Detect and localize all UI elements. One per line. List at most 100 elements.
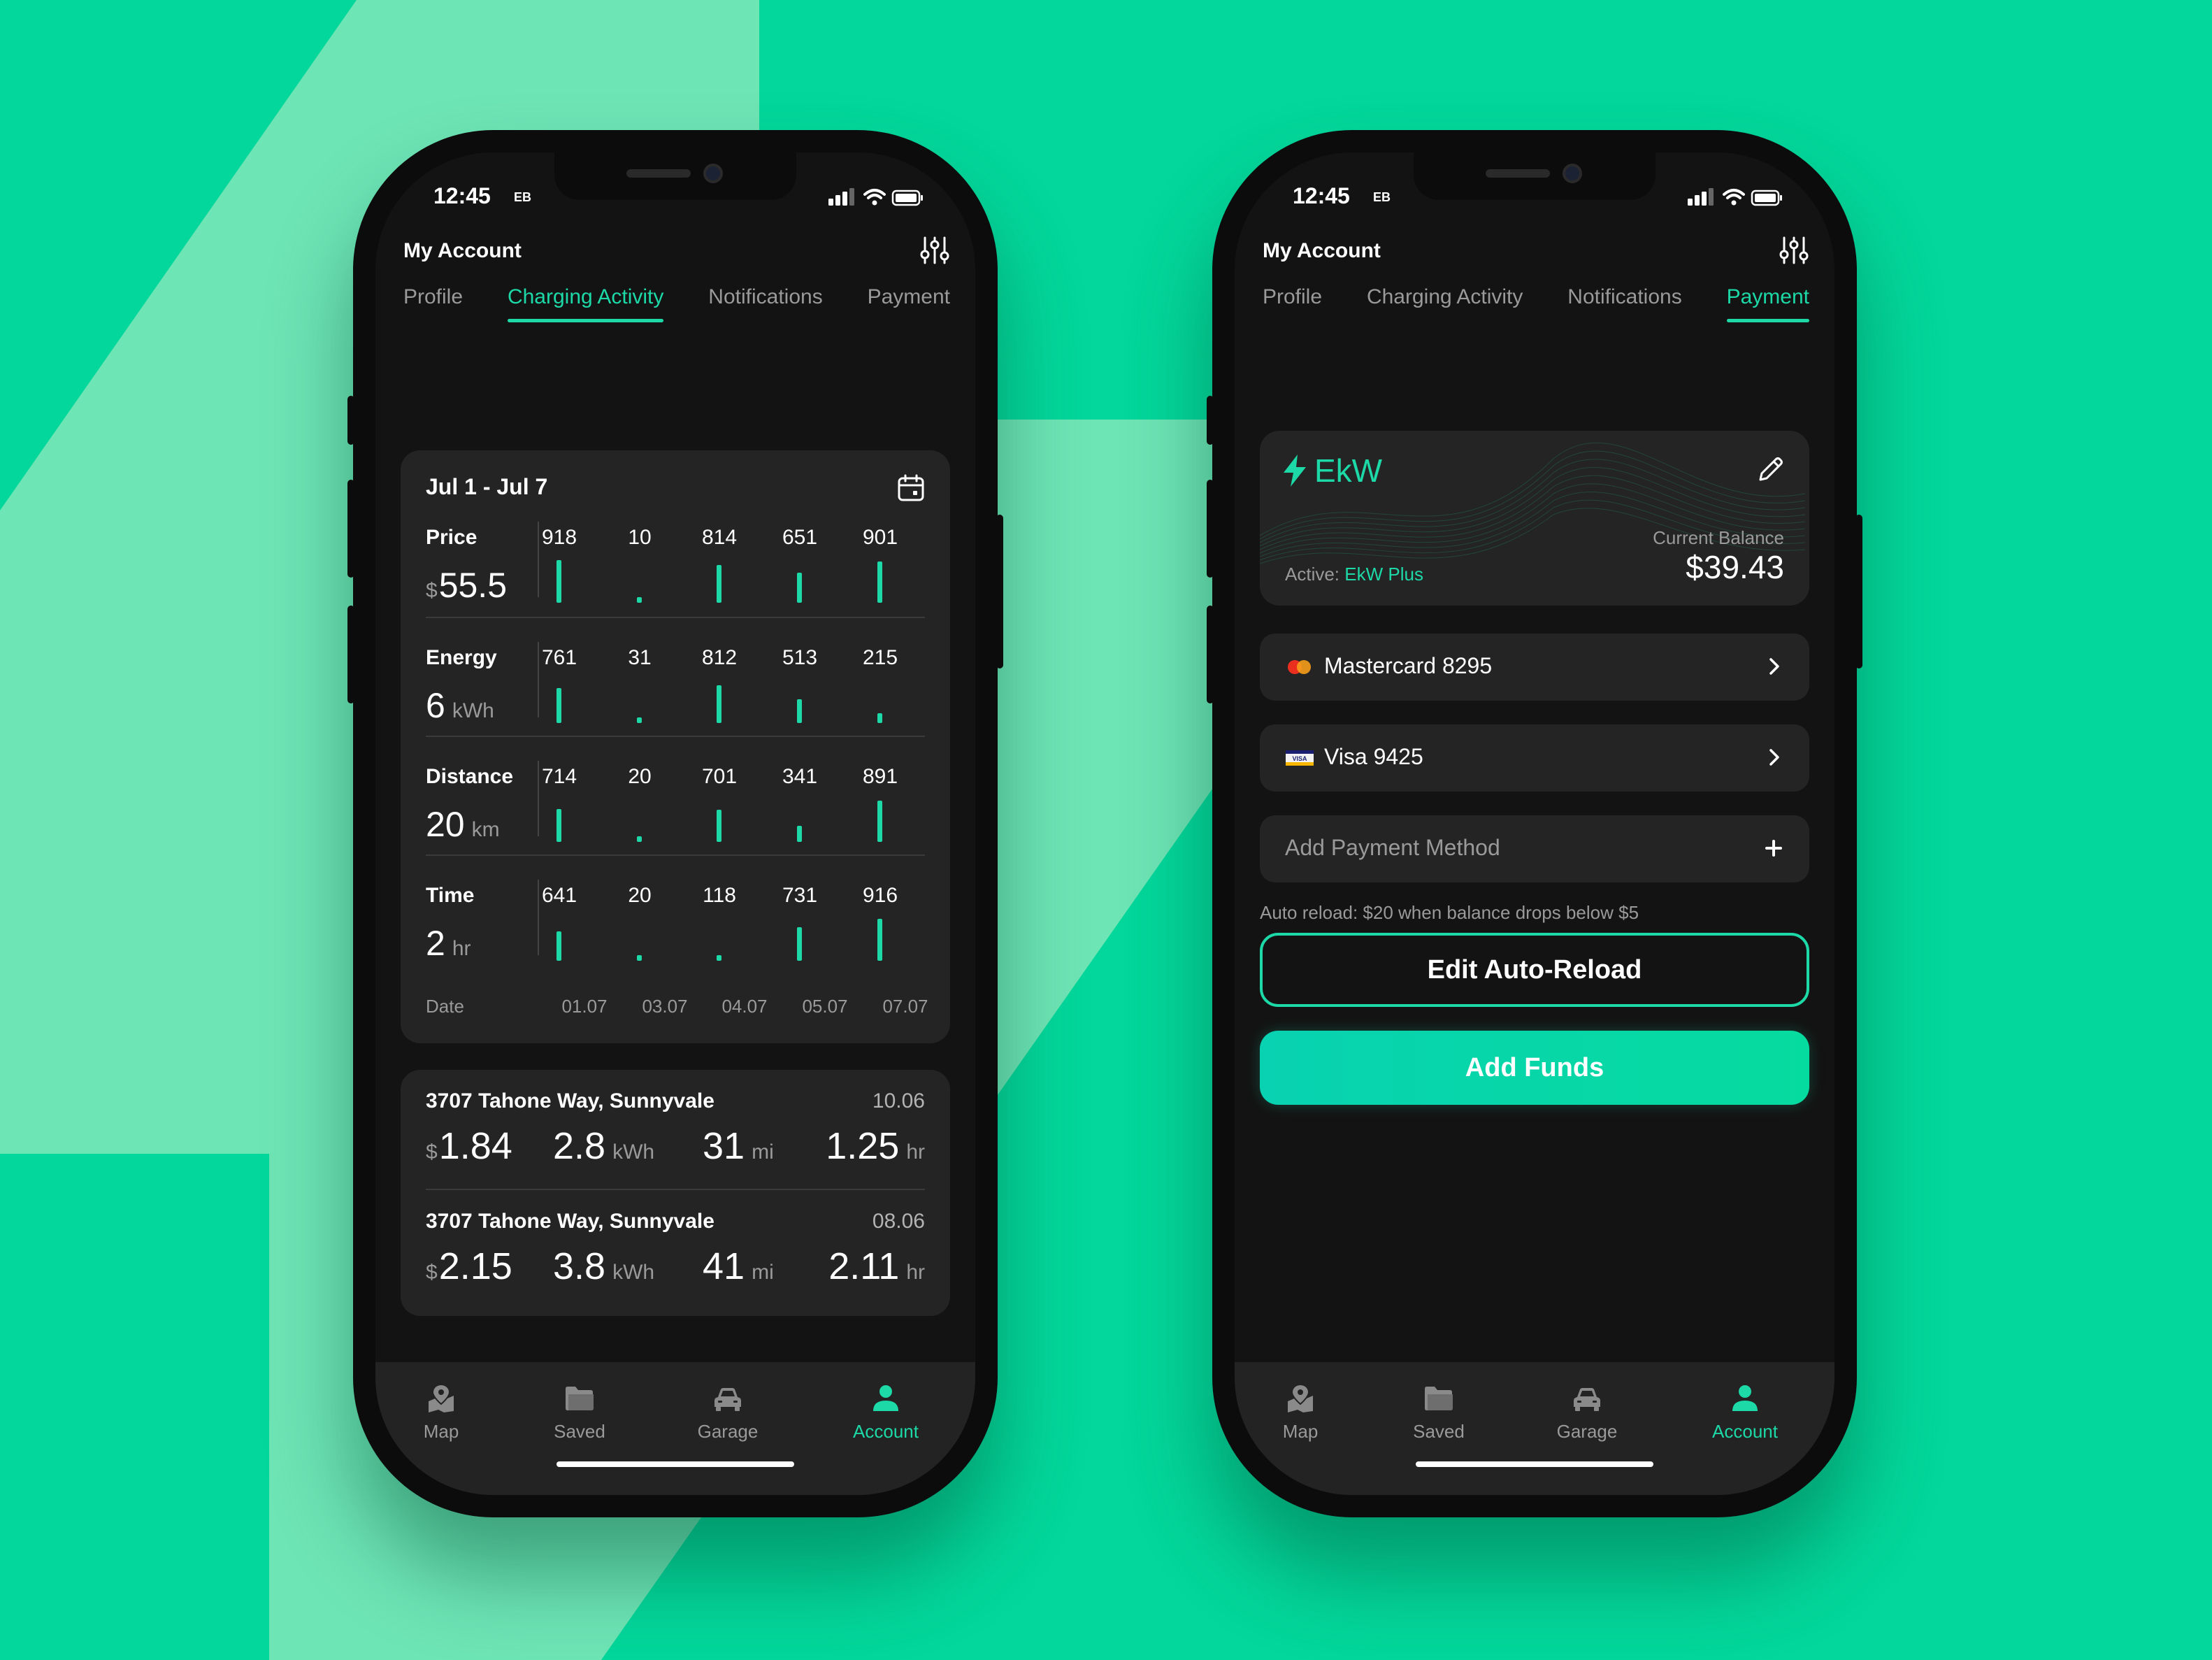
bar-value-label: 761 bbox=[541, 646, 577, 669]
bar bbox=[797, 699, 802, 723]
metric-bar-column: 814 bbox=[691, 526, 747, 603]
session-energy: 2.8 kWh bbox=[553, 1125, 655, 1167]
metric-bar-column: 761 bbox=[531, 646, 587, 723]
session-date: 08.06 bbox=[872, 1210, 925, 1233]
metric-name: Energy bbox=[426, 646, 497, 669]
date-tick: 07.07 bbox=[882, 996, 928, 1017]
metric-total: 6 kWh bbox=[426, 686, 494, 725]
tab-notifications[interactable]: Notifications bbox=[708, 285, 822, 320]
tab-payment[interactable]: Payment bbox=[1726, 285, 1810, 322]
nav-label: Saved bbox=[1413, 1421, 1465, 1442]
folder-icon bbox=[1425, 1387, 1453, 1410]
bar bbox=[637, 955, 642, 961]
metric-total: 2 hr bbox=[426, 924, 471, 963]
notch bbox=[1414, 152, 1656, 200]
session-time: 1.25 hr bbox=[826, 1125, 925, 1167]
nav-account[interactable]: Account bbox=[1696, 1383, 1794, 1443]
payment-method-visa[interactable]: VISA Visa 9425 bbox=[1260, 724, 1809, 792]
tab-profile[interactable]: Profile bbox=[1263, 285, 1322, 320]
metric-name: Price bbox=[426, 526, 477, 549]
bar bbox=[637, 717, 642, 723]
screen: 12:45 EB My Account Profile Charging Act… bbox=[375, 152, 975, 1495]
nav-garage[interactable]: Garage bbox=[1538, 1383, 1636, 1443]
bar bbox=[717, 565, 721, 603]
brand-name: EkW bbox=[1314, 452, 1383, 489]
bar-value-label: 918 bbox=[541, 526, 577, 549]
background-art bbox=[0, 0, 2212, 1660]
tab-charging-activity[interactable]: Charging Activity bbox=[507, 285, 664, 322]
bottom-nav: Map Saved Garage Account bbox=[1235, 1362, 1834, 1495]
payment-method-mastercard[interactable]: Mastercard 8295 bbox=[1260, 634, 1809, 701]
page-title: My Account bbox=[403, 239, 522, 262]
session-address: 3707 Tahone Way, Sunnyvale bbox=[426, 1089, 714, 1112]
sessions-card: 3707 Tahone Way, Sunnyvale 10.06 $1.84 2… bbox=[401, 1070, 950, 1316]
metric-bar-column: 20 bbox=[612, 884, 668, 961]
session-item[interactable]: 3707 Tahone Way, Sunnyvale 08.06 $2.15 3… bbox=[426, 1189, 925, 1308]
metric-bar-column: 701 bbox=[691, 765, 747, 842]
status-carrier: EB bbox=[514, 190, 532, 204]
nav-garage[interactable]: Garage bbox=[679, 1383, 777, 1443]
balance-card: EkW Active: EkW Plus Current Balance $39… bbox=[1260, 431, 1809, 606]
bar bbox=[877, 801, 882, 842]
tab-profile[interactable]: Profile bbox=[403, 285, 463, 320]
tab-charging-activity[interactable]: Charging Activity bbox=[1367, 285, 1523, 320]
map-pin-icon bbox=[429, 1383, 454, 1412]
metric-bar-column: 118 bbox=[691, 884, 747, 961]
visa-icon: VISA bbox=[1286, 750, 1314, 766]
metric-bar-column: 812 bbox=[691, 646, 747, 723]
nav-saved[interactable]: Saved bbox=[531, 1383, 629, 1443]
add-payment-method-button[interactable]: Add Payment Method bbox=[1260, 815, 1809, 882]
filter-settings-icon[interactable] bbox=[1779, 235, 1809, 266]
active-plan: Active: EkW Plus bbox=[1285, 564, 1423, 585]
session-price: $2.15 bbox=[426, 1245, 512, 1287]
status-time: 12:45 bbox=[1293, 183, 1350, 208]
date-axis-label: Date bbox=[426, 996, 464, 1017]
bar bbox=[717, 810, 721, 842]
bar-value-label: 20 bbox=[628, 765, 652, 788]
add-funds-button[interactable]: Add Funds bbox=[1260, 1031, 1809, 1105]
ekw-logo: EkW bbox=[1282, 452, 1382, 489]
car-icon bbox=[1574, 1388, 1600, 1411]
metric-bar-column: 341 bbox=[772, 765, 828, 842]
session-item[interactable]: 3707 Tahone Way, Sunnyvale 10.06 $1.84 2… bbox=[426, 1070, 925, 1189]
status-carrier: EB bbox=[1373, 190, 1391, 204]
session-energy: 3.8 kWh bbox=[553, 1245, 655, 1287]
bar-value-label: 901 bbox=[862, 526, 898, 549]
bar-value-label: 513 bbox=[782, 646, 818, 669]
date-tick: 04.07 bbox=[721, 996, 768, 1017]
nav-account[interactable]: Account bbox=[837, 1383, 935, 1443]
car-icon bbox=[714, 1388, 741, 1411]
metric-bar-column: 651 bbox=[772, 526, 828, 603]
bar-value-label: 701 bbox=[701, 765, 738, 788]
svg-text:VISA: VISA bbox=[1292, 755, 1307, 762]
balance-value: $39.43 bbox=[1686, 549, 1784, 585]
tab-notifications[interactable]: Notifications bbox=[1567, 285, 1681, 320]
status-icons bbox=[828, 188, 923, 206]
phone-payment: 12:45 EB My Account Profile Charging Act… bbox=[1207, 130, 1862, 1517]
nav-map[interactable]: Map bbox=[392, 1383, 490, 1443]
metric-bar-column: 10 bbox=[612, 526, 668, 603]
bar bbox=[877, 561, 882, 603]
status-time: 12:45 bbox=[433, 183, 491, 208]
metric-name: Time bbox=[426, 884, 475, 907]
session-date: 10.06 bbox=[872, 1089, 925, 1112]
filter-settings-icon[interactable] bbox=[919, 235, 950, 266]
nav-label: Garage bbox=[1556, 1421, 1618, 1442]
tab-payment[interactable]: Payment bbox=[868, 285, 950, 320]
chevron-right-icon bbox=[1769, 658, 1779, 675]
bar-value-label: 891 bbox=[862, 765, 898, 788]
plus-icon bbox=[1765, 840, 1782, 857]
bar bbox=[637, 836, 642, 842]
edit-auto-reload-button[interactable]: Edit Auto-Reload bbox=[1260, 933, 1809, 1007]
nav-saved[interactable]: Saved bbox=[1390, 1383, 1488, 1443]
session-address: 3707 Tahone Way, Sunnyvale bbox=[426, 1210, 714, 1233]
bar bbox=[556, 688, 561, 723]
bar-value-label: 651 bbox=[782, 526, 818, 549]
metric-bar-column: 731 bbox=[772, 884, 828, 961]
bar-value-label: 118 bbox=[703, 884, 736, 907]
date-axis: Date 01.07 03.07 04.07 05.07 07.07 bbox=[426, 996, 928, 1024]
nav-map[interactable]: Map bbox=[1251, 1383, 1349, 1443]
metric-bar-column: 513 bbox=[772, 646, 828, 723]
edit-pencil-icon[interactable] bbox=[1756, 455, 1786, 484]
metric-row-distance: Distance 20 km 714 20 701 341 891 bbox=[426, 736, 925, 854]
